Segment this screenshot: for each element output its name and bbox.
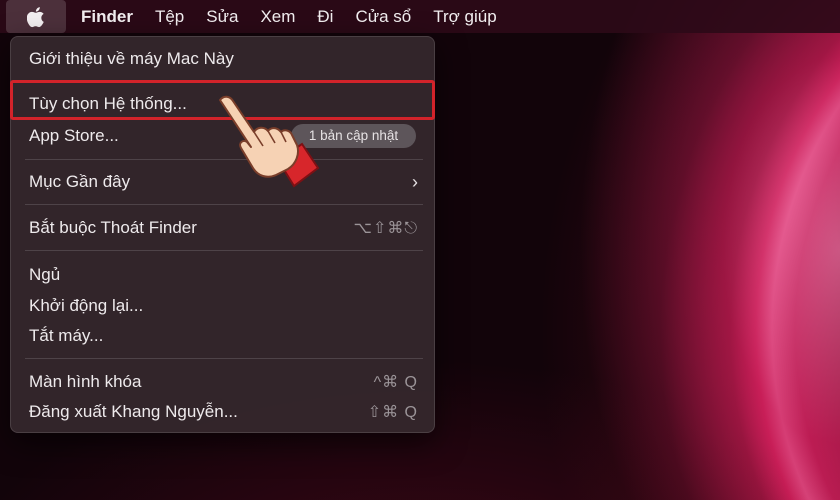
menu-window[interactable]: Cửa sổ	[344, 0, 422, 33]
menu-item-force-quit[interactable]: Bắt buộc Thoát Finder ⌥⇧⌘⎋	[11, 214, 436, 242]
restart-label: Khởi động lại...	[29, 296, 144, 315]
menu-help[interactable]: Trợ giúp	[422, 0, 507, 33]
logout-shortcut: ⇧⌘ Q	[367, 404, 418, 421]
about-mac-label: Giới thiệu về máy Mac Này	[29, 49, 234, 68]
menu-item-shutdown[interactable]: Tắt máy...	[11, 322, 436, 350]
chevron-right-icon: ›	[412, 171, 418, 192]
menu-item-logout[interactable]: Đăng xuất Khang Nguyễn... ⇧⌘ Q	[11, 398, 436, 426]
menu-divider	[25, 250, 423, 251]
apple-menu-button[interactable]	[6, 0, 66, 33]
apple-logo-icon	[26, 6, 44, 27]
force-quit-label: Bắt buộc Thoát Finder	[29, 218, 197, 237]
menu-divider	[25, 204, 423, 205]
menu-bar: Finder Tệp Sửa Xem Đi Cửa sổ Trợ giúp	[0, 0, 840, 33]
menu-view[interactable]: Xem	[249, 0, 306, 33]
lock-screen-shortcut: ^⌘ Q	[373, 374, 418, 391]
menu-go[interactable]: Đi	[306, 0, 344, 33]
logout-label: Đăng xuất Khang Nguyễn...	[29, 402, 238, 421]
lock-screen-label: Màn hình khóa	[29, 372, 142, 391]
menu-divider	[25, 358, 423, 359]
menu-edit[interactable]: Sửa	[195, 0, 249, 33]
menu-finder[interactable]: Finder	[70, 0, 144, 33]
sleep-label: Ngủ	[29, 265, 61, 284]
menu-item-sleep[interactable]: Ngủ	[11, 261, 436, 289]
shutdown-label: Tắt máy...	[29, 326, 104, 345]
menu-item-restart[interactable]: Khởi động lại...	[11, 292, 436, 320]
force-quit-shortcut: ⌥⇧⌘⎋	[353, 220, 418, 237]
pointing-hand-icon	[219, 95, 320, 188]
menu-item-about-mac[interactable]: Giới thiệu về máy Mac Này	[11, 45, 436, 73]
menu-file[interactable]: Tệp	[144, 0, 195, 33]
menu-item-lock-screen[interactable]: Màn hình khóa ^⌘ Q	[11, 368, 436, 396]
